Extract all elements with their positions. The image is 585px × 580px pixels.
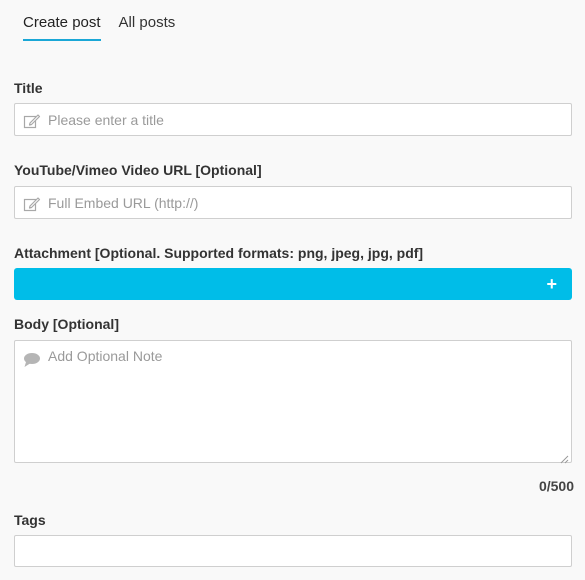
tab-create-post[interactable]: Create post	[23, 0, 101, 42]
body-label: Body [Optional]	[14, 316, 119, 332]
character-counter: 0/500	[538, 478, 574, 494]
resize-handle-icon[interactable]	[560, 451, 569, 464]
tags-label: Tags	[14, 512, 46, 528]
title-input[interactable]: Please enter a title	[14, 103, 572, 136]
video-url-label: YouTube/Vimeo Video URL [Optional]	[14, 162, 262, 178]
edit-icon	[23, 196, 41, 212]
edit-icon	[23, 113, 41, 129]
video-url-input[interactable]: Full Embed URL (http://)	[14, 186, 572, 219]
add-attachment-button[interactable]: +	[14, 268, 572, 300]
comment-icon	[23, 352, 41, 368]
title-label: Title	[14, 80, 43, 96]
title-placeholder: Please enter a title	[48, 112, 164, 128]
tab-all-posts[interactable]: All posts	[119, 0, 176, 42]
tags-input[interactable]	[14, 535, 572, 567]
tab-bar: Create post All posts	[23, 0, 175, 42]
video-url-placeholder: Full Embed URL (http://)	[48, 195, 199, 211]
plus-icon: +	[546, 274, 557, 294]
body-placeholder: Add Optional Note	[48, 348, 163, 364]
body-textarea[interactable]: Add Optional Note	[14, 340, 572, 464]
attachment-label: Attachment [Optional. Supported formats:…	[14, 245, 424, 261]
